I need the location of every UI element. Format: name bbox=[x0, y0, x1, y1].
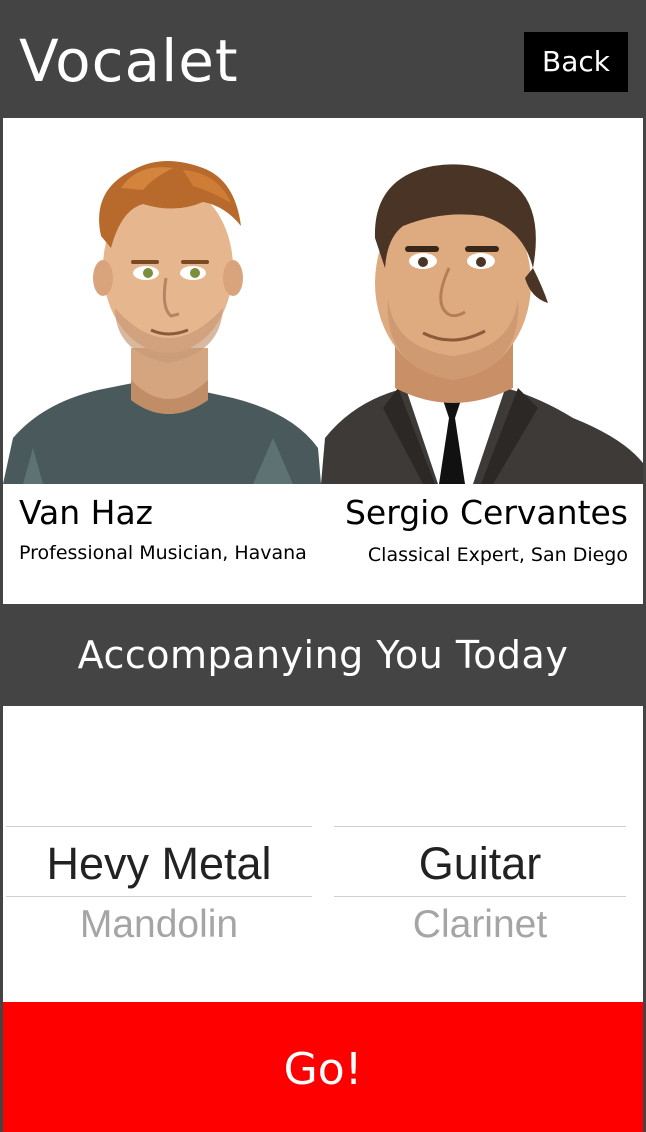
performer-role-sergio-cervantes: Classical Expert, San Diego bbox=[367, 544, 628, 566]
app-title: Vocalet bbox=[19, 27, 239, 95]
performer-name-van-haz: Van Haz bbox=[19, 493, 153, 532]
picker-divider bbox=[6, 896, 312, 897]
picker-divider bbox=[334, 826, 626, 827]
section-heading: Accompanying You Today bbox=[3, 604, 643, 706]
sergio-cervantes-avatar bbox=[321, 164, 643, 484]
performer-name-sergio-cervantes: Sergio Cervantes bbox=[344, 493, 628, 532]
back-button[interactable]: Back bbox=[524, 32, 628, 92]
instrument-option-next[interactable]: Clarinet bbox=[334, 900, 626, 950]
top-bar: Vocalet Back bbox=[3, 0, 643, 118]
performer-role-van-haz: Professional Musician, Havana bbox=[19, 542, 307, 564]
go-button[interactable]: Go! bbox=[3, 1002, 643, 1132]
performers-illustration bbox=[3, 118, 643, 484]
genre-option-selected[interactable]: Hevy Metal bbox=[6, 834, 312, 894]
instrument-picker[interactable]: Guitar Clarinet bbox=[334, 706, 626, 1002]
picker-divider bbox=[334, 896, 626, 897]
genre-picker[interactable]: Hevy Metal Mandolin bbox=[6, 706, 312, 1002]
instrument-option-selected[interactable]: Guitar bbox=[334, 834, 626, 894]
picker-divider bbox=[6, 826, 312, 827]
app-screen: Vocalet Back Van Haz Professional Musici… bbox=[3, 0, 643, 1132]
genre-option-next[interactable]: Mandolin bbox=[6, 900, 312, 950]
van-haz-avatar bbox=[3, 160, 321, 484]
